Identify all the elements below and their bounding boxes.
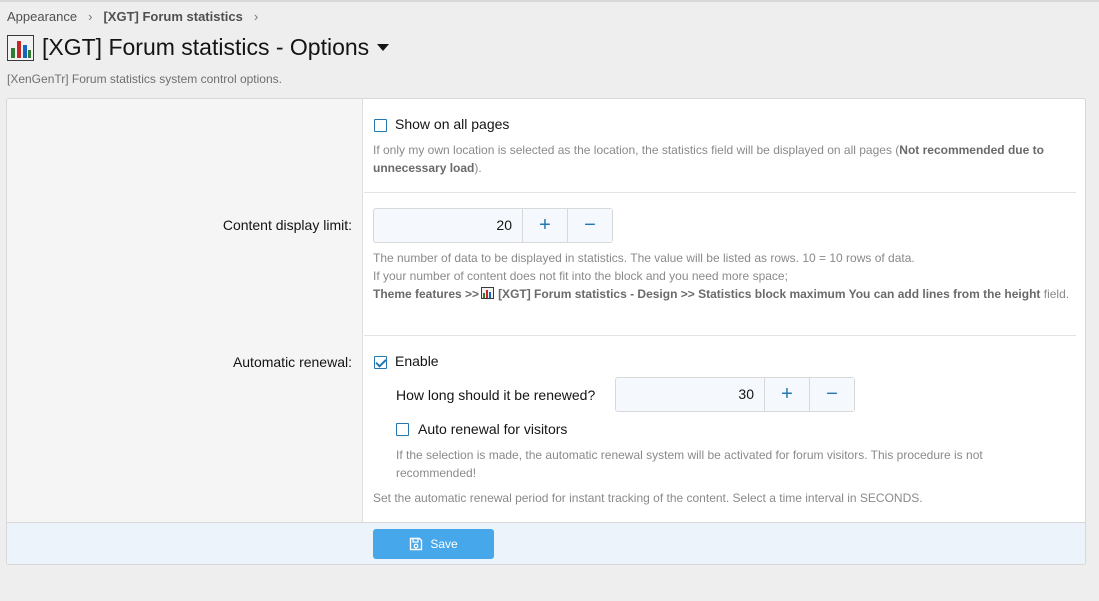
renew-interval-increment-button[interactable]: + (764, 378, 809, 411)
content-limit-decrement-button[interactable]: − (567, 209, 612, 242)
breadcrumb-appearance[interactable]: Appearance (7, 9, 77, 24)
visitor-renewal-checkbox[interactable] (396, 423, 409, 436)
enable-renewal-label[interactable]: Enable (395, 353, 439, 369)
content-limit-stepper[interactable]: 20 + − (373, 208, 613, 243)
show-all-pages-hint: If only my own location is selected as t… (373, 143, 1044, 175)
save-button[interactable]: Save (373, 529, 494, 559)
breadcrumb-forum-statistics[interactable]: [XGT] Forum statistics (103, 9, 242, 24)
content-limit-input[interactable]: 20 (374, 209, 522, 242)
renew-interval-label: How long should it be renewed? (396, 387, 596, 403)
show-all-pages-checkbox[interactable] (374, 119, 387, 132)
content-limit-hint: The number of data to be displayed in st… (373, 251, 1070, 301)
enable-renewal-checkbox[interactable] (374, 356, 387, 369)
breadcrumb-separator: › (253, 9, 259, 24)
renew-interval-input[interactable]: 30 (616, 378, 764, 411)
row-separator (364, 192, 1076, 193)
content-limit-increment-button[interactable]: + (522, 209, 567, 242)
content-display-limit-label: Content display limit: (222, 217, 352, 233)
label-column (7, 99, 363, 522)
options-panel: Show on all pages If only my own locatio… (6, 98, 1086, 565)
bar-chart-icon (481, 287, 495, 299)
breadcrumb-separator: › (88, 9, 93, 24)
visitor-renewal-label[interactable]: Auto renewal for visitors (418, 421, 567, 437)
show-all-pages-label[interactable]: Show on all pages (395, 116, 509, 132)
caret-down-icon[interactable] (377, 44, 390, 51)
renew-interval-decrement-button[interactable]: − (809, 378, 854, 411)
automatic-renewal-hint: Set the automatic renewal period for ins… (373, 491, 923, 505)
save-button-label: Save (430, 537, 458, 551)
automatic-renewal-label: Automatic renewal: (232, 354, 352, 370)
row-separator (364, 335, 1076, 336)
floppy-disk-icon (410, 537, 423, 551)
form-footer (7, 522, 1085, 564)
bar-chart-icon (7, 34, 34, 61)
page-title[interactable]: [XGT] Forum statistics - Options (7, 34, 390, 61)
top-border (0, 0, 1099, 2)
renew-interval-stepper[interactable]: 30 + − (615, 377, 855, 412)
breadcrumb: Appearance › [XGT] Forum statistics › (7, 9, 269, 24)
visitor-renewal-hint: If the selection is made, the automatic … (396, 448, 983, 480)
page-description: [XenGenTr] Forum statistics system contr… (7, 72, 282, 86)
page-title-text: [XGT] Forum statistics - Options (42, 34, 370, 60)
